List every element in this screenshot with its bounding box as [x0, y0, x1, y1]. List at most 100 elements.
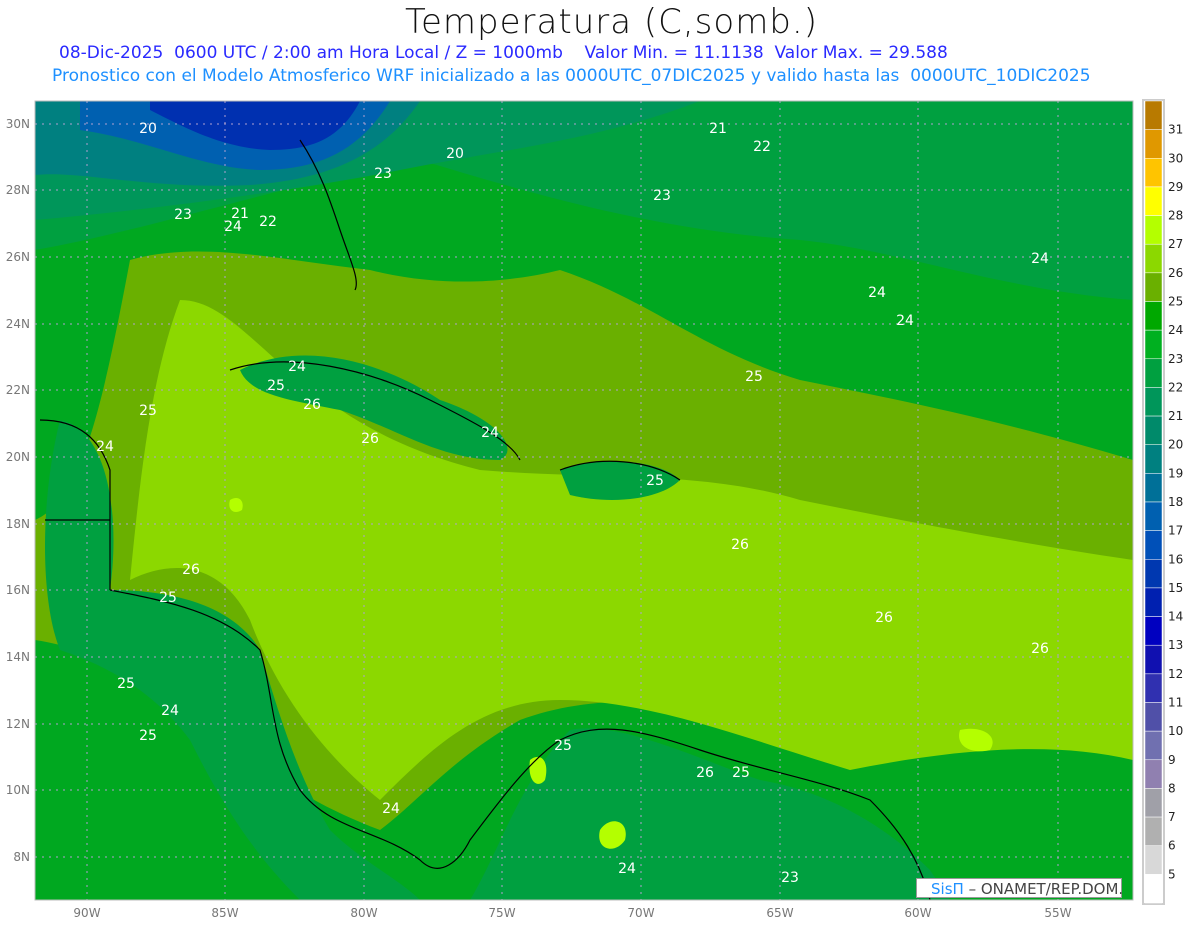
colorbar-swatch	[1144, 501, 1163, 531]
contour-label: 25	[159, 590, 177, 606]
colorbar-label: 18	[1168, 495, 1183, 509]
colorbar-swatch	[1144, 874, 1163, 904]
colorbar-swatch	[1144, 100, 1163, 130]
lat-label: 30N	[6, 117, 30, 131]
sispi-logo: SisΠ	[931, 880, 964, 898]
contour-label: 23	[174, 207, 192, 223]
colorbar-label: 12	[1168, 667, 1183, 681]
contour-label: 24	[96, 439, 114, 455]
colorbar-swatch	[1144, 301, 1163, 331]
colorbar-swatch	[1144, 215, 1163, 245]
lon-label: 55W	[1044, 906, 1071, 920]
lat-label: 20N	[6, 450, 30, 464]
contour-label: 25	[554, 738, 572, 754]
colorbar-label: 21	[1168, 409, 1183, 423]
contour-label: 23	[653, 188, 671, 204]
colorbar-label: 20	[1168, 438, 1183, 452]
lat-label: 28N	[6, 183, 30, 197]
forecast-time-info: 08-Dic-2025 0600 UTC / 2:00 am Hora Loca…	[59, 43, 948, 63]
colorbar-label: 22	[1168, 380, 1183, 394]
colorbar-swatch	[1144, 272, 1163, 302]
colorbar-swatch	[1144, 845, 1163, 875]
lat-label: 12N	[6, 717, 30, 731]
contour-label: 25	[267, 378, 285, 394]
colorbar-label: 16	[1168, 552, 1183, 566]
colorbar-label: 15	[1168, 581, 1183, 595]
lon-label: 75W	[488, 906, 515, 920]
colorbar-label: 29	[1168, 180, 1183, 194]
colorbar-swatch	[1144, 186, 1163, 216]
colorbar-swatch	[1144, 702, 1163, 732]
colorbar-label: 7	[1168, 810, 1176, 824]
lat-label: 16N	[6, 583, 30, 597]
colorbar-label: 11	[1168, 696, 1183, 710]
lon-label: 70W	[627, 906, 654, 920]
colorbar: 31 30 29 28 27 26 25 24 23 22 21 20 19 18 17 16 15 14 13 12…	[1142, 99, 1183, 905]
colorbar-label: 30	[1168, 151, 1183, 165]
map-title: Temperatura (C,somb.)	[405, 2, 818, 42]
contour-label: 24	[896, 313, 914, 329]
lon-label: 90W	[73, 906, 100, 920]
colorbar-swatch	[1144, 559, 1163, 589]
colorbar-label: 13	[1168, 638, 1183, 652]
colorbar-swatch	[1144, 158, 1163, 188]
lon-label: 85W	[211, 906, 238, 920]
contour-label: 24	[161, 703, 179, 719]
lon-label: 60W	[904, 906, 931, 920]
contour-label: 25	[117, 676, 135, 692]
lon-label: 65W	[766, 906, 793, 920]
contour-label: 23	[781, 870, 799, 886]
contour-label: 26	[361, 431, 379, 447]
lat-label: 14N	[6, 650, 30, 664]
colorbar-swatch	[1144, 816, 1163, 846]
colorbar-label: 25	[1168, 295, 1183, 309]
colorbar-label: 6	[1168, 839, 1176, 853]
contour-label: 25	[732, 765, 750, 781]
lat-label: 18N	[6, 517, 30, 531]
colorbar-label: 19	[1168, 466, 1183, 480]
colorbar-label: 23	[1168, 352, 1183, 366]
colorbar-swatch	[1144, 387, 1163, 417]
colorbar-swatch	[1144, 329, 1163, 360]
lat-label: 24N	[6, 317, 30, 331]
credit-box: SisΠ – ONAMET/REP.DOM.	[916, 878, 1124, 898]
colorbar-label: 31	[1168, 123, 1183, 137]
colorbar-swatch	[1144, 415, 1163, 445]
contour-label: 26	[696, 765, 714, 781]
contour-label: 24	[382, 801, 400, 817]
contour-label: 24	[288, 359, 306, 375]
contour-label: 26	[875, 610, 893, 626]
contour-label: 20	[139, 121, 157, 137]
contour-label: 25	[745, 369, 763, 385]
colorbar-label: 27	[1168, 237, 1183, 251]
colorbar-label: 10	[1168, 724, 1183, 738]
contour-label: 26	[303, 397, 321, 413]
lat-label: 22N	[6, 383, 30, 397]
contour-label: 26	[1031, 641, 1049, 657]
colorbar-swatch	[1144, 788, 1163, 818]
colorbar-swatch	[1144, 616, 1163, 646]
colorbar-swatch	[1144, 673, 1163, 703]
colorbar-label: 9	[1168, 753, 1176, 767]
colorbar-label: 26	[1168, 266, 1183, 280]
contour-label: 22	[259, 214, 277, 230]
colorbar-swatch	[1144, 644, 1163, 675]
colorbar-swatch	[1144, 243, 1163, 274]
contour-label: 24	[481, 425, 499, 441]
lat-label: 10N	[6, 783, 30, 797]
colorbar-label: 24	[1168, 323, 1183, 337]
temperature-map: 20 2120 22232323 21 2224242424242525262526 24…	[6, 99, 1183, 920]
lat-label: 8N	[13, 850, 30, 864]
contour-label: 24	[224, 219, 242, 235]
credit-text: – ONAMET/REP.DOM.	[963, 880, 1124, 898]
contour-label: 24	[1031, 251, 1049, 267]
contour-label: 26	[731, 537, 749, 553]
colorbar-swatch	[1144, 444, 1163, 474]
lat-label: 26N	[6, 250, 30, 264]
contour-label: 21	[709, 121, 727, 137]
contour-label: 22	[753, 139, 771, 155]
contour-label: 23	[374, 166, 392, 182]
lon-label: 80W	[350, 906, 377, 920]
colorbar-label: 17	[1168, 524, 1183, 538]
colorbar-swatch	[1144, 358, 1163, 388]
